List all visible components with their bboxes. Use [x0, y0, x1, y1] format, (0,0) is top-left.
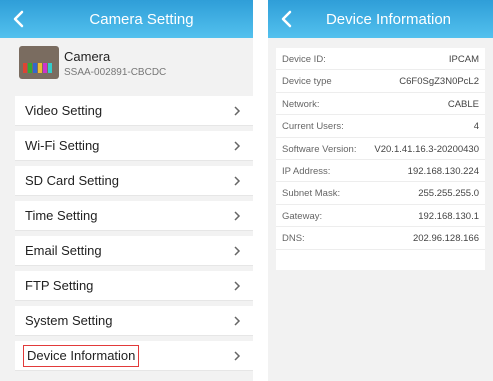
menu-item-label: Device Information [23, 345, 140, 367]
info-row-device-type: Device type C6F0SgZ3N0PcL2 [276, 70, 485, 93]
camera-thumbnail [19, 46, 59, 79]
back-chevron-icon[interactable] [9, 10, 29, 28]
device-information-header: Device Information [268, 0, 493, 38]
info-key: Device ID: [282, 54, 326, 65]
info-value: 4 [473, 121, 479, 133]
device-info-table: Device ID: IPCAM Device type C6F0SgZ3N0P… [276, 48, 485, 270]
info-value: IPCAM [448, 54, 479, 65]
page-title: Device Information [325, 11, 452, 28]
menu-item-wifi-setting[interactable]: Wi-Fi Setting [15, 131, 253, 161]
chevron-right-icon [234, 141, 241, 151]
menu-item-label: Time Setting [25, 208, 98, 223]
info-key: Subnet Mask: [282, 188, 341, 200]
info-value: C6F0SgZ3N0PcL2 [399, 76, 479, 88]
chevron-right-icon [234, 281, 241, 291]
chevron-right-icon [234, 246, 241, 256]
info-key: IP Address: [282, 165, 331, 177]
chevron-right-icon [234, 351, 241, 361]
menu-item-label: SD Card Setting [25, 173, 119, 188]
info-key: Gateway: [282, 210, 323, 222]
info-key: Network: [282, 98, 320, 110]
chevron-right-icon [234, 106, 241, 116]
info-row-dns: DNS: 202.96.128.166 [276, 227, 485, 250]
menu-item-label: Wi-Fi Setting [25, 138, 100, 153]
info-row-device-id: Device ID: IPCAM [276, 48, 485, 71]
menu-item-system-setting[interactable]: System Setting [15, 306, 253, 336]
camera-setting-screen: Camera Setting Camera SSAA-002891-CBCDC … [0, 0, 253, 381]
menu-item-device-information[interactable]: Device Information [15, 341, 253, 371]
menu-item-ftp-setting[interactable]: FTP Setting [15, 271, 253, 301]
info-row-current-users: Current Users: 4 [276, 115, 485, 138]
info-value: CABLE [447, 98, 479, 110]
menu-item-email-setting[interactable]: Email Setting [15, 236, 253, 266]
info-row-subnet-mask: Subnet Mask: 255.255.255.0 [276, 182, 485, 205]
menu-item-video-setting[interactable]: Video Setting [15, 96, 253, 126]
camera-id: SSAA-002891-CBCDC [64, 67, 167, 78]
back-chevron-icon[interactable] [277, 10, 297, 28]
info-key: Device type [282, 76, 332, 88]
chevron-right-icon [234, 176, 241, 186]
info-value: 192.168.130.1 [418, 210, 479, 222]
info-value: V20.1.41.16.3-20200430 [374, 143, 479, 155]
info-value: 255.255.255.0 [418, 188, 479, 200]
camera-summary: Camera SSAA-002891-CBCDC [0, 38, 253, 90]
page-title: Camera Setting [89, 11, 194, 28]
info-row-network: Network: CABLE [276, 93, 485, 116]
camera-name: Camera [64, 49, 111, 64]
info-row-ip-address: IP Address: 192.168.130.224 [276, 160, 485, 183]
menu-item-label: Video Setting [25, 103, 103, 118]
chevron-right-icon [234, 316, 241, 326]
info-key: DNS: [282, 233, 305, 245]
info-row-software-version: Software Version: V20.1.41.16.3-20200430 [276, 138, 485, 160]
info-key: Software Version: [282, 143, 357, 155]
device-information-screen: Device Information Device ID: IPCAM Devi… [268, 0, 493, 381]
menu-item-label: FTP Setting [25, 278, 94, 293]
info-value: 202.96.128.166 [412, 233, 479, 245]
menu-item-sd-card-setting[interactable]: SD Card Setting [15, 166, 253, 196]
camera-setting-header: Camera Setting [0, 0, 253, 38]
info-key: Current Users: [282, 121, 344, 133]
menu-item-label: System Setting [25, 313, 113, 328]
chevron-right-icon [234, 211, 241, 221]
menu-item-time-setting[interactable]: Time Setting [15, 201, 253, 231]
settings-menu: Video Setting Wi-Fi Setting SD Card Sett… [15, 96, 253, 376]
info-value: 192.168.130.224 [407, 165, 479, 177]
info-row-gateway: Gateway: 192.168.130.1 [276, 205, 485, 228]
menu-item-label: Email Setting [25, 243, 102, 258]
